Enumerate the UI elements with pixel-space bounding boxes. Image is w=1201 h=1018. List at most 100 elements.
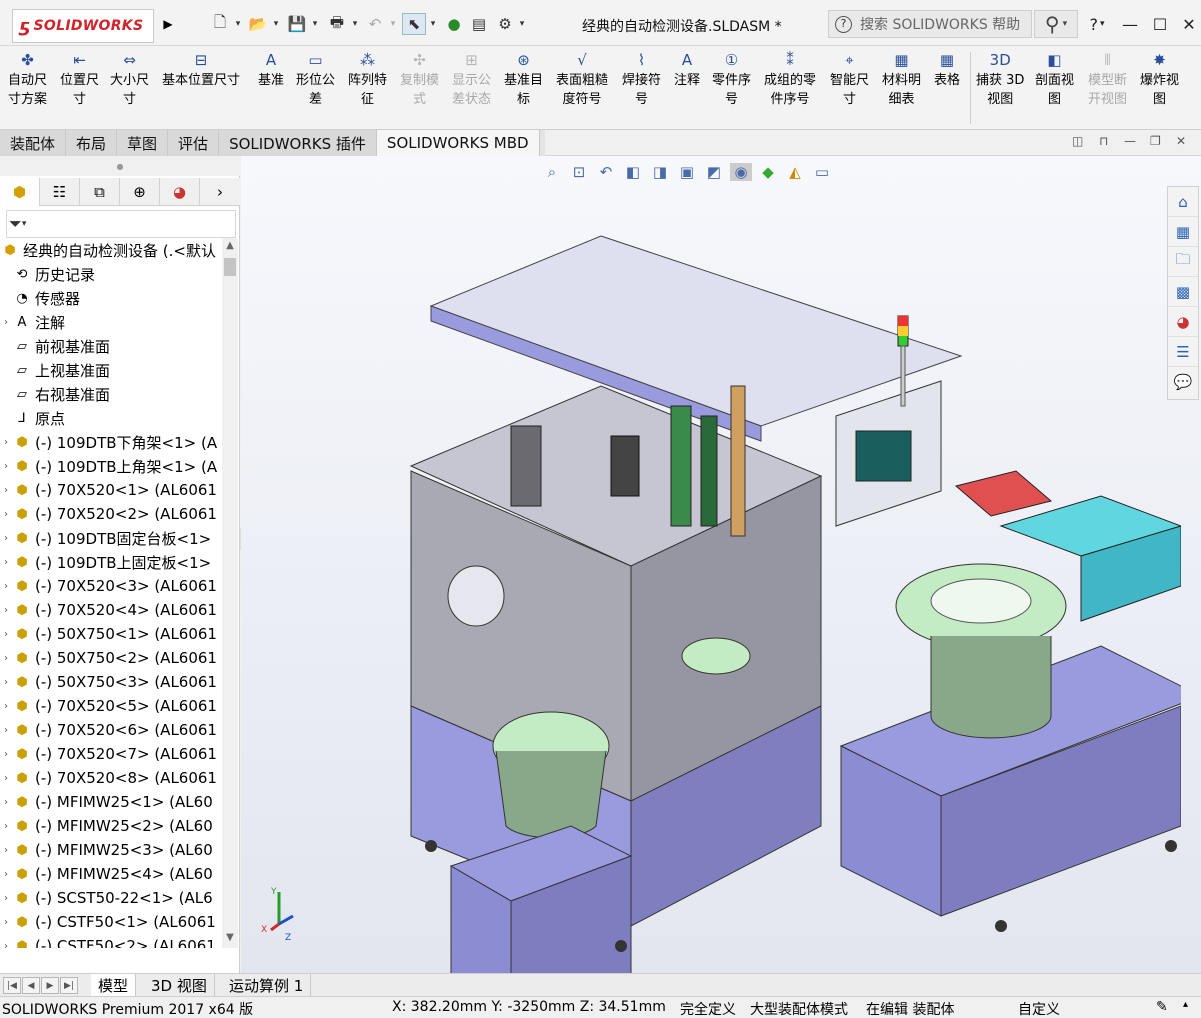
print-dropdown-icon[interactable]: ▾ [349,13,361,35]
tab-0[interactable]: 装配体 [0,130,67,156]
tree-root[interactable]: ⬢ 经典的自动检测设备 (.<默认 [0,238,222,262]
toolbar-button-smart-dimension[interactable]: ⌖ 智能尺 寸 [830,50,869,109]
close-button[interactable]: ✕ [1176,12,1201,36]
tab-3[interactable]: 评估 [168,130,220,156]
tree-item[interactable]: › ⬢ (-) 109DTB固定台板<1> [0,526,222,550]
toolbar-button-bom[interactable]: ▦ 材料明 细表 [882,50,921,109]
tree-item[interactable]: ◔ 传感器 [0,286,222,310]
expand-arrow-icon[interactable]: › [0,797,12,808]
toolbar-button-geometric-tolerance[interactable]: ▭ 形位公 差 [296,50,335,109]
toolbar-button-datum-target[interactable]: ⊛ 基准目 标 [504,50,543,109]
doc-close-icon[interactable]: ✕ [1176,134,1186,148]
tab-first-icon[interactable]: |◀ [3,977,21,994]
graphics-area[interactable]: ⌕ ⊡ ↶ ◧ ◨ ▣ ◩ ◉ ◆ ◭ ▭ ⌂ ▦ 🗀 ▩ ◕ ☰ 💬 Y X … [241,156,1201,986]
toolbar-button-model-break-view[interactable]: ⫴ 模型断 开视图 [1088,50,1127,109]
toolbar-button-pattern-feature[interactable]: ⁂ 阵列特 征 [348,50,387,109]
expand-arrow-icon[interactable]: › [0,821,12,832]
feature-tree-tab-icon[interactable]: ⬢ [0,178,40,206]
tab-1[interactable]: 布局 [66,130,118,156]
new-document-icon[interactable]: 🗋 [208,13,232,35]
toolbar-button-section-view[interactable]: ◧ 剖面视 图 [1035,50,1074,109]
tree-item[interactable]: › ⬢ (-) 70X520<5> (AL6061 [0,694,222,718]
expand-arrow-icon[interactable]: › [0,773,12,784]
panel-tabs-more-icon[interactable]: › [200,178,240,206]
tree-item[interactable]: › ⬢ (-) MFIMW25<2> (AL60 [0,814,222,838]
expand-arrow-icon[interactable]: › [0,749,12,760]
status-rebuild-icon[interactable]: ✎ [1156,999,1168,1015]
scroll-thumb[interactable] [224,258,236,276]
assembly-model-render[interactable] [401,226,1181,986]
tree-item[interactable]: › ⬢ (-) 109DTB下角架<1> (A [0,430,222,454]
expand-arrow-icon[interactable]: › [0,509,12,520]
tree-item[interactable]: › ⬢ (-) 70X520<8> (AL6061 [0,766,222,790]
view-settings-icon[interactable]: ▭ [811,163,833,181]
tree-item[interactable]: › ⬢ (-) 109DTB上固定板<1> [0,550,222,574]
select-icon[interactable]: ⬉ [402,13,426,35]
expand-arrow-icon[interactable]: › [0,725,12,736]
options-gear-icon[interactable]: ⚙ [494,13,516,35]
status-dropdown-icon[interactable]: ▴ [1183,999,1188,1010]
tab-last-icon[interactable]: ▶| [60,977,78,994]
scroll-down-icon[interactable]: ▼ [224,932,236,946]
panel-tile-icon[interactable]: ⊓ [1099,134,1108,148]
expand-arrow-icon[interactable]: › [0,485,12,496]
expand-arrow-icon[interactable]: › [0,845,12,856]
tree-item[interactable]: › ⬢ (-) 70X520<3> (AL6061 [0,574,222,598]
tree-item[interactable]: › ⬢ (-) 70X520<2> (AL6061 [0,502,222,526]
menu-expand-icon[interactable]: ▶ [160,13,176,35]
tree-item[interactable]: ▱ 右视基准面 [0,382,222,406]
edit-appearance-icon[interactable]: ◆ [757,163,779,181]
expand-arrow-icon[interactable]: › [0,653,12,664]
tree-item[interactable]: › ⬢ (-) 70X520<4> (AL6061 [0,598,222,622]
expand-arrow-icon[interactable]: › [0,677,12,688]
bottom-tab-0[interactable]: 模型 [91,974,137,997]
expand-arrow-icon[interactable]: › [0,557,12,568]
undo-icon[interactable]: ↶ [363,13,387,35]
view-orientation-icon[interactable]: ▣ [676,163,698,181]
save-dropdown-icon[interactable]: ▾ [309,13,321,35]
open-dropdown-icon[interactable]: ▾ [270,13,282,35]
tab-2[interactable]: 草图 [117,130,169,156]
tree-item[interactable]: ⅃ 原点 [0,406,222,430]
expand-arrow-icon[interactable]: › [0,317,12,328]
display-style-icon[interactable]: ◩ [703,163,725,181]
tree-item[interactable]: › ⬢ (-) MFIMW25<1> (AL60 [0,790,222,814]
tree-item[interactable]: › ⬢ (-) 50X750<1> (AL6061 [0,622,222,646]
property-manager-tab-icon[interactable]: ☷ [40,178,80,206]
tree-item[interactable]: › ⬢ (-) 50X750<2> (AL6061 [0,646,222,670]
tree-item[interactable]: ▱ 上视基准面 [0,358,222,382]
tree-item[interactable]: › ⬢ (-) SCST50-22<1> (AL6 [0,886,222,910]
new-dropdown-icon[interactable]: ▾ [232,13,244,35]
toolbar-button-capture-3d-view[interactable]: 3D 捕获 3D 视图 [976,50,1024,109]
toolbar-button-surface-finish[interactable]: √ 表面粗糙 度符号 [556,50,608,109]
undo-dropdown-icon[interactable]: ▾ [387,13,399,35]
tree-filter-input[interactable]: ⏷ ▾ [6,210,236,238]
toolbar-button-stacked-balloon[interactable]: ⁑ 成组的零 件序号 [764,50,816,109]
tree-item[interactable]: › ⬢ (-) CSTF50<1> (AL6061 [0,910,222,934]
tree-item[interactable]: › ⬢ (-) 70X520<6> (AL6061 [0,718,222,742]
toolbar-button-note[interactable]: A 注释 [674,50,700,90]
dimxpert-tab-icon[interactable]: ⊕ [120,178,160,206]
home-icon[interactable]: ⌂ [1168,187,1198,217]
tree-item[interactable]: › ⬢ (-) MFIMW25<3> (AL60 [0,838,222,862]
solidworks-logo[interactable]: ƽ SOLIDWORKS [12,9,154,43]
tree-item[interactable]: › ⬢ (-) 70X520<7> (AL6061 [0,742,222,766]
options-dropdown-icon[interactable]: ▾ [516,13,528,35]
maximize-button[interactable]: ☐ [1147,12,1173,36]
toolbar-button-table[interactable]: ▦ 表格 [934,50,960,90]
save-icon[interactable]: 💾 [285,13,309,35]
bottom-tab-1[interactable]: 3D 视图 [144,974,215,997]
tab-5[interactable]: SOLIDWORKS MBD [376,130,540,156]
open-document-icon[interactable]: 📂 [246,13,270,35]
toolbar-button-copy-scheme[interactable]: ✣ 复制模 式 [400,50,439,109]
zoom-to-area-icon[interactable]: ⊡ [568,163,590,181]
expand-arrow-icon[interactable]: › [0,533,12,544]
expand-arrow-icon[interactable]: › [0,437,12,448]
doc-restore-icon[interactable]: ❐ [1150,134,1161,148]
hide-show-items-icon[interactable]: ◉ [730,163,752,181]
toolbar-button-auto-dimension[interactable]: ✤ 自动尺 寸方案 [8,50,47,109]
previous-view-icon[interactable]: ↶ [595,163,617,181]
toolbar-button-size-dimension[interactable]: ⇔ 大小尺 寸 [110,50,149,109]
zoom-to-fit-icon[interactable]: ⌕ [541,163,563,181]
select-dropdown-icon[interactable]: ▾ [427,13,439,35]
